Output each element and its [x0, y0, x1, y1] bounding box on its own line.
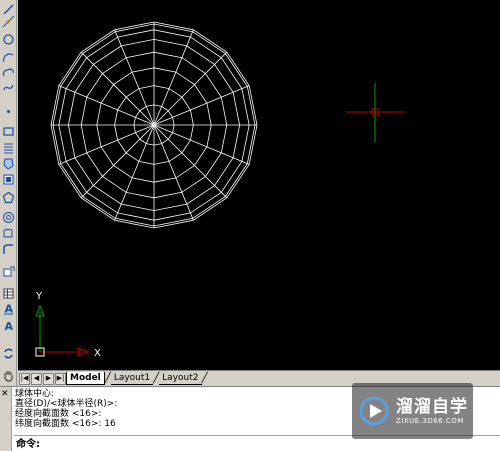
watermark-subtitle: ZIXUE.3D66.COM: [396, 417, 464, 425]
sphere-wireframe[interactable]: [50, 21, 258, 229]
draw-toolbar: AA: [0, 0, 17, 388]
text-icon[interactable]: A: [1, 318, 16, 333]
drawing-viewport[interactable]: Y X: [18, 0, 500, 370]
first-tab-button[interactable]: |◀: [19, 372, 30, 385]
tab-layout2[interactable]: Layout2: [159, 372, 202, 385]
next-tab-button[interactable]: ▶: [43, 372, 54, 385]
watermark-logo: 溜溜自学 ZIXUE.3D66.COM: [352, 383, 473, 439]
construction-line-icon[interactable]: [1, 14, 16, 29]
spline-icon[interactable]: [1, 80, 16, 95]
region-icon[interactable]: [1, 156, 16, 171]
polyline-icon[interactable]: [1, 65, 16, 80]
arc-icon[interactable]: [1, 50, 16, 65]
last-tab-button[interactable]: ▶|: [55, 372, 66, 385]
close-icon[interactable]: ✕: [1, 390, 9, 399]
rectangle-icon[interactable]: [1, 124, 16, 139]
play-logo-icon: [359, 396, 389, 426]
command-prompt: 命令:: [16, 439, 40, 450]
table-icon[interactable]: [1, 286, 16, 301]
command-window-grip[interactable]: ✕: [0, 387, 12, 451]
ucs-x-label: X: [94, 348, 101, 359]
command-history: 球体中心: 直径(D)/<球体半径(R)>: 经度向截面数 <16>: 纬度向截…: [15, 389, 345, 429]
tab-layout1[interactable]: Layout1: [110, 372, 154, 385]
revision-cloud-icon[interactable]: [1, 226, 16, 241]
svg-text:A: A: [5, 303, 14, 316]
crosshair-cursor: [346, 83, 405, 142]
history-line: 经度向截面数 <16>:: [15, 409, 102, 419]
donut-icon[interactable]: [1, 210, 16, 225]
svg-text:A: A: [5, 320, 14, 332]
prev-tab-button[interactable]: ◀: [31, 372, 42, 385]
ucs-icon: Y X: [35, 291, 101, 359]
watermark-title: 溜溜自学: [396, 397, 468, 417]
history-line: 纬度向截面数 <16>: 16: [15, 419, 116, 429]
pan-hand-icon[interactable]: [1, 368, 16, 383]
multiline-text-icon[interactable]: A: [1, 301, 16, 316]
refresh-icon[interactable]: [1, 346, 16, 361]
polygon-icon[interactable]: [1, 190, 16, 205]
ellipse-arc-icon[interactable]: [1, 242, 16, 257]
block-icon[interactable]: [1, 172, 16, 187]
drawing-canvas[interactable]: Y X: [18, 0, 500, 370]
hatch-icon[interactable]: [1, 140, 16, 155]
point-icon[interactable]: [1, 104, 16, 119]
circle-icon[interactable]: [1, 32, 16, 47]
history-line: 球体中心:: [15, 389, 55, 399]
ucs-y-label: Y: [35, 291, 43, 302]
insert-block-icon[interactable]: [1, 264, 16, 279]
tab-model[interactable]: Model: [66, 372, 105, 385]
history-line: 直径(D)/<球体半径(R)>:: [15, 399, 118, 409]
tab-separator: ╱: [201, 373, 208, 384]
